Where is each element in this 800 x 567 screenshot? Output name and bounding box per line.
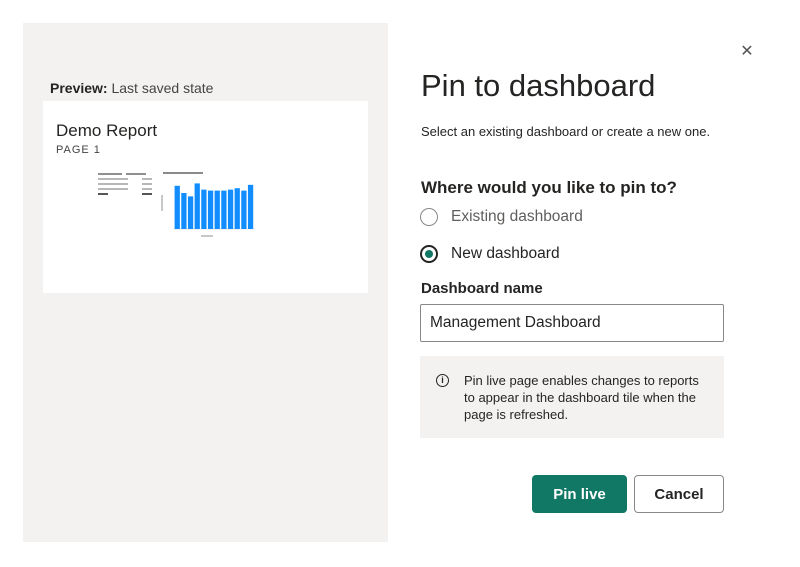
preview-pane: Preview: Last saved state Demo Report PA…: [23, 23, 388, 542]
preview-label: Preview: Last saved state: [50, 80, 213, 96]
mini-chart-bar: [207, 190, 214, 229]
mini-table-total: [98, 193, 158, 196]
report-page-label: PAGE 1: [56, 144, 101, 156]
info-icon: i: [436, 374, 449, 387]
mini-table-visual: [98, 173, 158, 199]
info-message-text: Pin live page enables changes to reports…: [464, 373, 699, 422]
mini-table-row: [98, 178, 158, 181]
mini-chart-bar: [247, 184, 254, 229]
report-preview-card: Demo Report PAGE 1: [43, 101, 368, 293]
dialog-description: Select an existing dashboard or create a…: [421, 124, 711, 139]
mini-chart-bar: [187, 196, 194, 229]
mini-table-row: [98, 188, 158, 191]
info-message-box: i Pin live page enables changes to repor…: [420, 356, 724, 438]
mini-bar-chart: [161, 171, 257, 237]
mini-chart-bar: [194, 183, 200, 229]
mini-chart-bar: [241, 190, 247, 229]
radio-new-label: New dashboard: [451, 245, 560, 262]
cancel-button[interactable]: Cancel: [634, 475, 724, 513]
radio-unchecked-icon[interactable]: [420, 208, 438, 226]
mini-chart-bar: [227, 189, 234, 229]
radio-checked-icon[interactable]: [420, 245, 438, 263]
dashboard-name-input[interactable]: [420, 304, 724, 342]
radio-existing-label: Existing dashboard: [451, 208, 583, 225]
mini-chart-bar: [214, 190, 220, 229]
mini-chart-xaxis-label: [201, 235, 213, 237]
mini-chart-yaxis-label: [161, 195, 163, 211]
radio-existing-dashboard[interactable]: Existing dashboard: [420, 206, 583, 228]
report-title: Demo Report: [56, 121, 158, 140]
mini-chart-bar: [174, 185, 180, 229]
dialog-title: Pin to dashboard: [421, 68, 656, 103]
mini-chart-bar: [221, 190, 227, 229]
preview-label-bold: Preview:: [50, 80, 108, 96]
mini-chart-bar: [181, 193, 187, 229]
mini-table-row: [98, 183, 158, 186]
mini-chart-bar: [201, 189, 207, 229]
mini-chart-bar: [234, 188, 240, 229]
preview-label-text: Last saved state: [107, 80, 214, 96]
pin-location-question: Where would you like to pin to?: [421, 178, 677, 197]
close-button[interactable]: ✕: [737, 42, 757, 62]
mini-bar-chart-svg: [161, 172, 255, 237]
close-icon: ✕: [740, 43, 754, 60]
dashboard-name-label: Dashboard name: [421, 280, 543, 297]
radio-new-dashboard[interactable]: New dashboard: [420, 243, 560, 265]
mini-chart-title-mark: [163, 172, 203, 174]
pin-live-button[interactable]: Pin live: [532, 475, 627, 513]
mini-table-header: [98, 173, 158, 176]
